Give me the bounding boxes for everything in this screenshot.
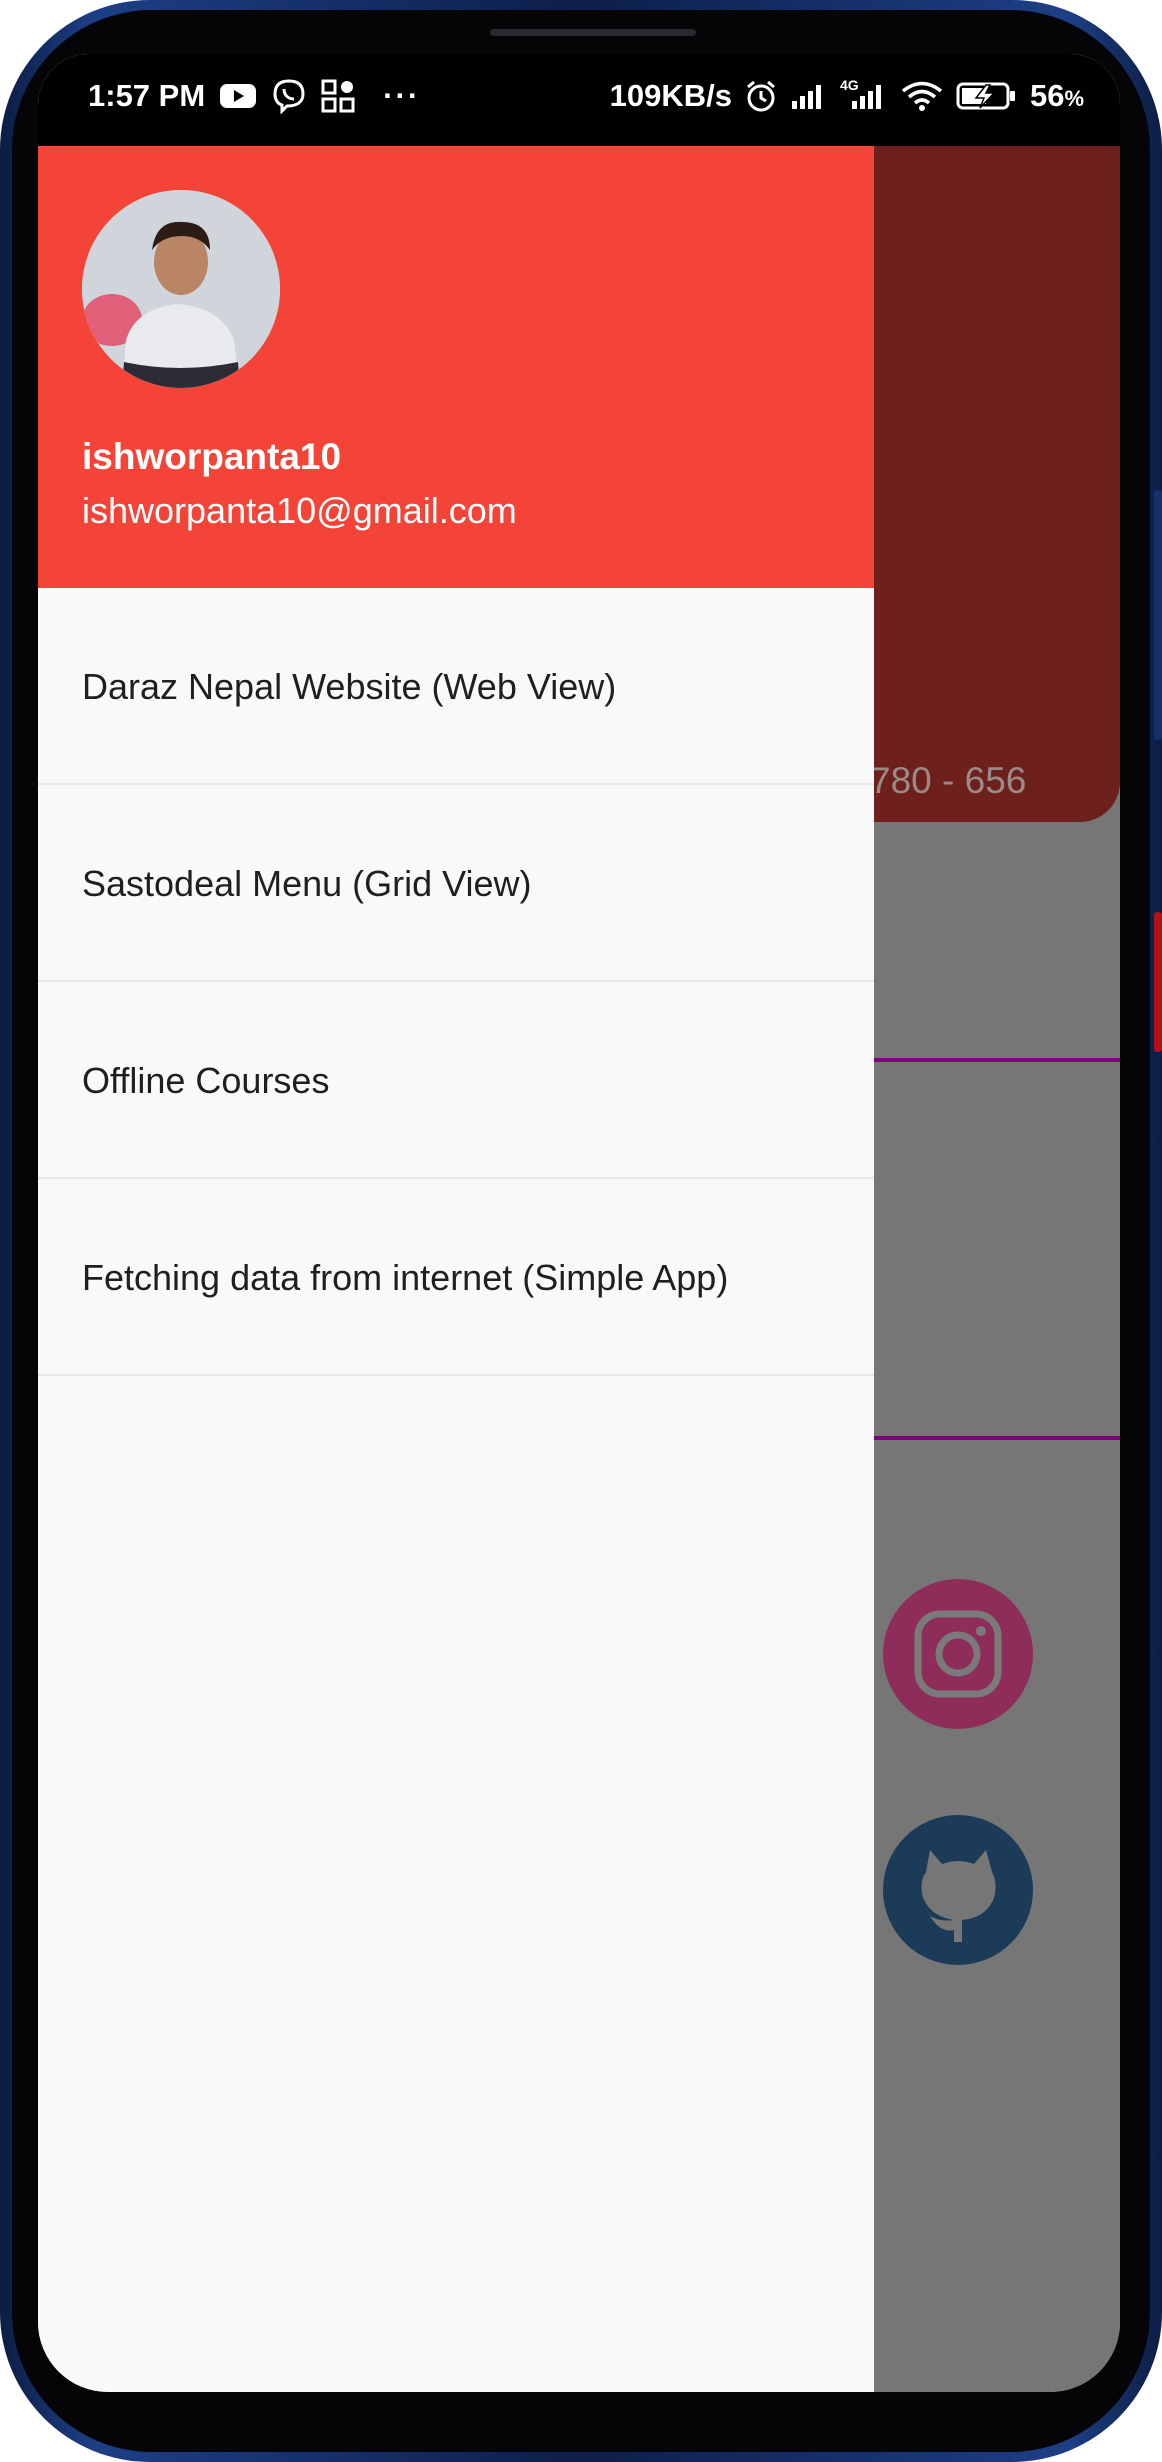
user-email: ishworpanta10@gmail.com	[82, 490, 517, 531]
signal-4g-icon: 4G	[840, 77, 888, 111]
phone-number: 780 - 656	[870, 760, 1027, 801]
earpiece-speaker	[490, 29, 696, 36]
volume-button	[1154, 490, 1162, 740]
drawer-item-fetching-data[interactable]: Fetching data from internet (Simple App)	[38, 1179, 874, 1376]
viber-icon	[271, 78, 307, 114]
power-button	[1154, 912, 1162, 1052]
drawer-item-label: Fetching data from internet (Simple App)	[82, 1257, 729, 1298]
apps-icon	[321, 79, 355, 113]
username: ishworpanta10	[82, 436, 342, 477]
wifi-icon	[900, 80, 944, 112]
github-icon[interactable]	[883, 1815, 1033, 1965]
status-time: 1:57 PM	[88, 78, 206, 113]
drawer-item-daraz[interactable]: Daraz Nepal Website (Web View)	[38, 588, 874, 785]
avatar[interactable]	[82, 190, 280, 388]
drawer-item-label: Offline Courses	[82, 1060, 330, 1101]
navigation-drawer: ishworpanta10 ishworpanta10@gmail.com Da…	[38, 146, 874, 2392]
drawer-header: ishworpanta10 ishworpanta10@gmail.com	[38, 146, 874, 588]
drawer-item-label: Daraz Nepal Website (Web View)	[82, 666, 617, 707]
youtube-icon	[219, 82, 257, 110]
alarm-icon	[744, 79, 778, 113]
phone-screen: 1:57 PM ··· 109KB/s 4G 56% 780 - 656 ish…	[38, 54, 1120, 2392]
status-bar: 1:57 PM ··· 109KB/s 4G 56%	[38, 54, 1120, 146]
phone-frame: 1:57 PM ··· 109KB/s 4G 56% 780 - 656 ish…	[0, 0, 1162, 2462]
instagram-icon[interactable]	[883, 1579, 1033, 1729]
overflow-dots: ···	[383, 78, 421, 113]
battery-level: 56%	[1029, 78, 1084, 113]
drawer-item-label: Sastodeal Menu (Grid View)	[82, 863, 532, 904]
drawer-item-sastodeal[interactable]: Sastodeal Menu (Grid View)	[38, 785, 874, 982]
network-badge: 4G	[839, 77, 859, 93]
net-speed: 109KB/s	[609, 78, 732, 113]
battery-charging-icon	[956, 80, 1018, 112]
drawer-item-offline-courses[interactable]: Offline Courses	[38, 982, 874, 1179]
signal-icon	[790, 81, 828, 111]
